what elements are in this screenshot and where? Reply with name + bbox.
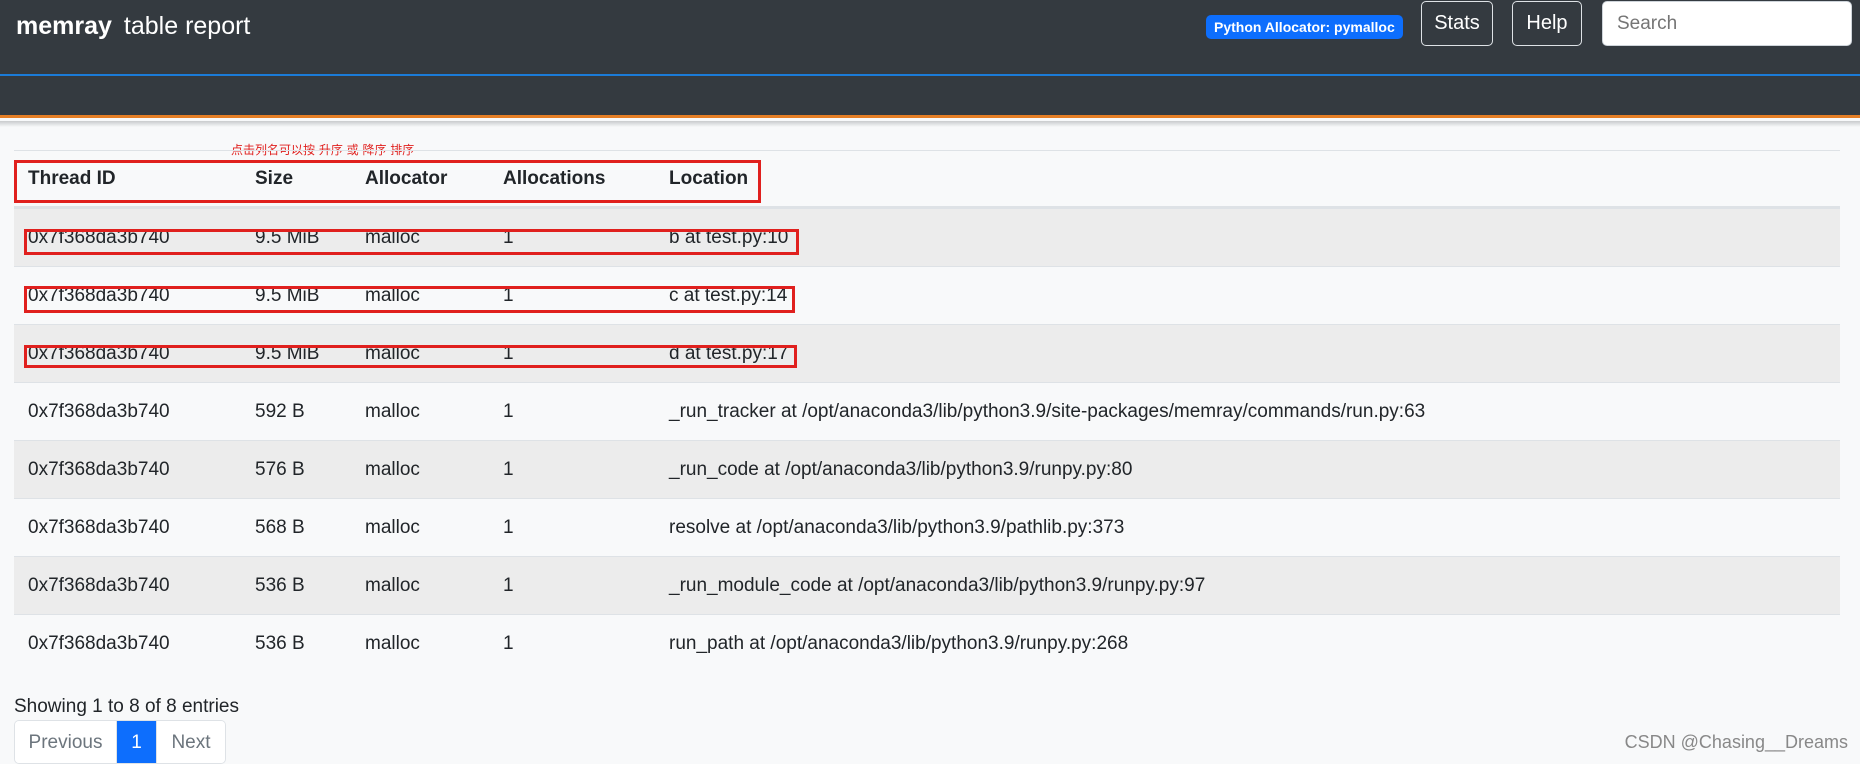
cell-allocator: malloc [365, 632, 420, 654]
cell-allocator: malloc [365, 516, 420, 538]
previous-page-button[interactable]: Previous [15, 721, 117, 763]
table-row: 0x7f368da3b740 592 B malloc 1 _run_track… [14, 382, 1840, 440]
secondary-bar [0, 76, 1860, 118]
table-row: 0x7f368da3b740 536 B malloc 1 run_path a… [14, 614, 1840, 672]
cell-thread-id: 0x7f368da3b740 [28, 632, 170, 654]
watermark-text: CSDN @Chasing__Dreams [1624, 732, 1848, 752]
stats-button[interactable]: Stats [1421, 1, 1493, 46]
cell-thread-id: 0x7f368da3b740 [28, 516, 170, 538]
cell-allocations: 1 [503, 516, 514, 538]
pagination: Previous 1 Next [14, 720, 226, 764]
cell-allocations: 1 [503, 632, 514, 654]
table-row: 0x7f368da3b740 576 B malloc 1 _run_code … [14, 440, 1840, 498]
row-highlight-box [24, 286, 795, 313]
cell-thread-id: 0x7f368da3b740 [28, 400, 170, 422]
table-row: 0x7f368da3b740 568 B malloc 1 resolve at… [14, 498, 1840, 556]
header-highlight-box [14, 160, 761, 203]
cell-allocations: 1 [503, 400, 514, 422]
cell-location: resolve at /opt/anaconda3/lib/python3.9/… [669, 516, 1125, 538]
cell-size: 536 B [255, 574, 305, 596]
cell-size: 568 B [255, 516, 305, 538]
report-title: table report [123, 12, 251, 40]
table-row: 0x7f368da3b740 536 B malloc 1 _run_modul… [14, 556, 1840, 614]
help-button[interactable]: Help [1512, 1, 1582, 46]
cell-allocations: 1 [503, 458, 514, 480]
cell-allocator: malloc [365, 458, 420, 480]
allocator-badge: Python Allocator: pymalloc [1206, 15, 1403, 39]
divider [0, 121, 1860, 127]
top-navbar: memray table report Python Allocator: pym… [0, 0, 1860, 76]
page-1-button[interactable]: 1 [117, 721, 157, 763]
cell-location: _run_code at /opt/anaconda3/lib/python3.… [669, 458, 1133, 480]
search-input[interactable] [1602, 1, 1852, 46]
entries-info: Showing 1 to 8 of 8 entries [14, 696, 239, 717]
brand-name: memray [16, 12, 112, 40]
cell-allocator: malloc [365, 400, 420, 422]
cell-thread-id: 0x7f368da3b740 [28, 574, 170, 596]
cell-location: _run_tracker at /opt/anaconda3/lib/pytho… [669, 400, 1426, 422]
row-highlight-box [24, 229, 799, 255]
cell-size: 592 B [255, 400, 305, 422]
cell-allocations: 1 [503, 574, 514, 596]
cell-size: 536 B [255, 632, 305, 654]
cell-allocator: malloc [365, 574, 420, 596]
row-highlight-box [24, 345, 797, 368]
cell-size: 576 B [255, 458, 305, 480]
cell-thread-id: 0x7f368da3b740 [28, 458, 170, 480]
brand[interactable]: memray table report [16, 12, 250, 41]
cell-location: _run_module_code at /opt/anaconda3/lib/p… [669, 574, 1206, 596]
next-page-button[interactable]: Next [157, 721, 225, 763]
cell-location: run_path at /opt/anaconda3/lib/python3.9… [669, 632, 1129, 654]
